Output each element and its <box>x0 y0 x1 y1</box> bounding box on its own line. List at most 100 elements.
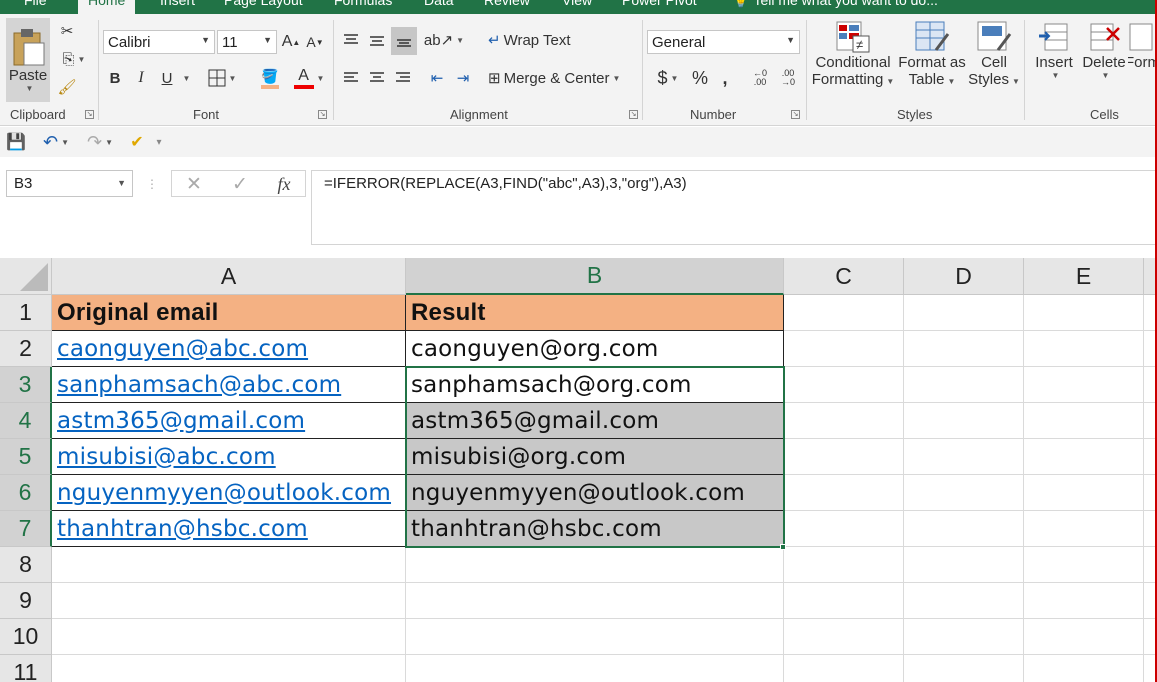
tab-insert[interactable]: Insert <box>160 0 195 8</box>
empty-cell[interactable] <box>784 583 904 619</box>
empty-cell[interactable] <box>904 295 1024 331</box>
confirm-entry-icon[interactable]: ✓ <box>226 173 254 195</box>
empty-cell[interactable] <box>1024 619 1144 655</box>
empty-cell[interactable] <box>1024 583 1144 619</box>
empty-cell[interactable] <box>784 403 904 439</box>
font-name-select[interactable]: Calibri ▼ <box>103 30 215 54</box>
column-header-a[interactable]: A <box>52 258 406 295</box>
column-header-c[interactable]: C <box>784 258 904 295</box>
cell-a2[interactable]: caonguyen@abc.com <box>52 331 406 367</box>
cell-a4[interactable]: astm365@gmail.com <box>52 403 406 439</box>
cell-b2[interactable]: caonguyen@org.com <box>406 331 784 367</box>
empty-cell[interactable] <box>1024 475 1144 511</box>
format-cells-button[interactable]: Form <box>1128 20 1157 106</box>
row-header-2[interactable]: 2 <box>0 331 52 367</box>
decrease-decimal-icon[interactable]: .00 →0 <box>776 66 800 90</box>
column-header-d[interactable]: D <box>904 258 1024 295</box>
empty-cell[interactable] <box>52 547 406 583</box>
row-header-7[interactable]: 7 <box>0 511 52 547</box>
underline-button[interactable]: U <box>157 66 177 90</box>
conditional-formatting-button[interactable]: ≠ Conditional Formatting ▼ <box>810 20 896 106</box>
dialog-launcher-icon[interactable]: ↘ <box>85 110 94 119</box>
cell-a7[interactable]: thanhtran@hsbc.com <box>52 511 406 547</box>
redo-icon[interactable]: ↷ ▼ <box>82 129 118 155</box>
empty-cell[interactable] <box>904 619 1024 655</box>
increase-indent-icon[interactable]: ⇥ <box>452 66 474 90</box>
insert-function-button[interactable]: fx <box>270 173 298 195</box>
cell-b7[interactable]: thanhtran@hsbc.com <box>406 511 784 547</box>
increase-decimal-icon[interactable]: ←0.00 <box>748 66 772 90</box>
orientation-icon[interactable]: ab↗ ▼ <box>424 28 464 52</box>
empty-cell[interactable] <box>784 439 904 475</box>
empty-cell[interactable] <box>1024 439 1144 475</box>
wrap-text-button[interactable]: ↵ Wrap Text <box>488 28 588 52</box>
increase-font-icon[interactable]: A ▲ <box>281 30 301 54</box>
tab-data[interactable]: Data <box>424 0 454 8</box>
align-bottom-icon[interactable] <box>391 27 417 55</box>
tab-power-pivot[interactable]: Power Pivot <box>622 0 697 8</box>
row-header-8[interactable]: 8 <box>0 547 52 583</box>
row-header-11[interactable]: 11 <box>0 655 52 682</box>
empty-cell[interactable] <box>52 655 406 682</box>
tab-formulas[interactable]: Formulas <box>334 0 392 8</box>
empty-cell[interactable] <box>406 619 784 655</box>
empty-cell[interactable] <box>784 547 904 583</box>
row-header-1[interactable]: 1 <box>0 295 52 331</box>
name-box[interactable]: B3 ▼ <box>6 170 133 197</box>
align-top-icon[interactable] <box>340 28 362 52</box>
empty-cell[interactable] <box>406 583 784 619</box>
percent-button[interactable]: % <box>689 66 711 90</box>
insert-cells-button[interactable]: Insert ▼ <box>1030 20 1078 106</box>
column-header-e[interactable]: E <box>1024 258 1144 295</box>
empty-cell[interactable] <box>1024 655 1144 682</box>
tab-home[interactable]: Home <box>78 0 136 14</box>
number-format-select[interactable]: General ▼ <box>647 30 800 54</box>
empty-cell[interactable] <box>904 367 1024 403</box>
chevron-down-icon[interactable]: ▼ <box>178 66 192 90</box>
empty-cell[interactable] <box>904 475 1024 511</box>
cell-a3[interactable]: sanphamsach@abc.com <box>52 367 406 403</box>
cell-styles-button[interactable]: Cell Styles ▼ <box>966 20 1022 106</box>
tab-page-layout[interactable]: Page Layout <box>224 0 303 8</box>
empty-cell[interactable] <box>904 403 1024 439</box>
cell-b3[interactable]: sanphamsach@org.com <box>406 367 784 403</box>
currency-button[interactable]: $ ▼ <box>651 66 685 90</box>
save-icon[interactable]: 💾 <box>6 129 26 155</box>
align-left-icon[interactable] <box>340 66 362 90</box>
row-header-5[interactable]: 5 <box>0 439 52 475</box>
format-painter-icon[interactable]: 🖌 <box>56 76 78 98</box>
empty-cell[interactable] <box>406 655 784 682</box>
empty-cell[interactable] <box>1024 331 1144 367</box>
empty-cell[interactable] <box>784 655 904 682</box>
undo-icon[interactable]: ↶ ▼ <box>38 129 74 155</box>
empty-cell[interactable] <box>52 583 406 619</box>
formula-input[interactable]: =IFERROR(REPLACE(A3,FIND("abc",A3),3,"or… <box>311 170 1157 245</box>
tell-me-search[interactable]: 💡 Tell me what you want to do... <box>732 0 938 9</box>
format-as-table-button[interactable]: Format as Table ▼ <box>896 20 968 106</box>
tab-view[interactable]: View <box>562 0 592 8</box>
dialog-launcher-icon[interactable]: ↘ <box>629 110 638 119</box>
empty-cell[interactable] <box>52 619 406 655</box>
empty-cell[interactable] <box>406 547 784 583</box>
row-header-3[interactable]: 3 <box>0 367 52 403</box>
font-size-select[interactable]: 11 ▼ <box>217 30 277 54</box>
customize-toolbar-icon[interactable]: ▾ <box>152 129 166 155</box>
empty-cell[interactable] <box>904 439 1024 475</box>
delete-cells-button[interactable]: Delete ▼ <box>1080 20 1128 106</box>
empty-cell[interactable] <box>1024 295 1144 331</box>
empty-cell[interactable] <box>784 619 904 655</box>
fill-handle[interactable] <box>780 544 786 550</box>
align-center-icon[interactable] <box>366 66 388 90</box>
cut-icon[interactable]: ✂ <box>56 20 78 42</box>
cell-b4[interactable]: astm365@gmail.com <box>406 403 784 439</box>
decrease-font-icon[interactable]: A ▼ <box>305 30 325 54</box>
comma-button[interactable]: , <box>716 66 734 90</box>
italic-button[interactable]: I <box>131 66 151 90</box>
column-header-b[interactable]: B <box>406 258 784 295</box>
empty-cell[interactable] <box>904 547 1024 583</box>
decrease-indent-icon[interactable]: ⇤ <box>426 66 448 90</box>
empty-cell[interactable] <box>784 331 904 367</box>
row-header-9[interactable]: 9 <box>0 583 52 619</box>
cell-a6[interactable]: nguyenmyyen@outlook.com <box>52 475 406 511</box>
empty-cell[interactable] <box>784 367 904 403</box>
